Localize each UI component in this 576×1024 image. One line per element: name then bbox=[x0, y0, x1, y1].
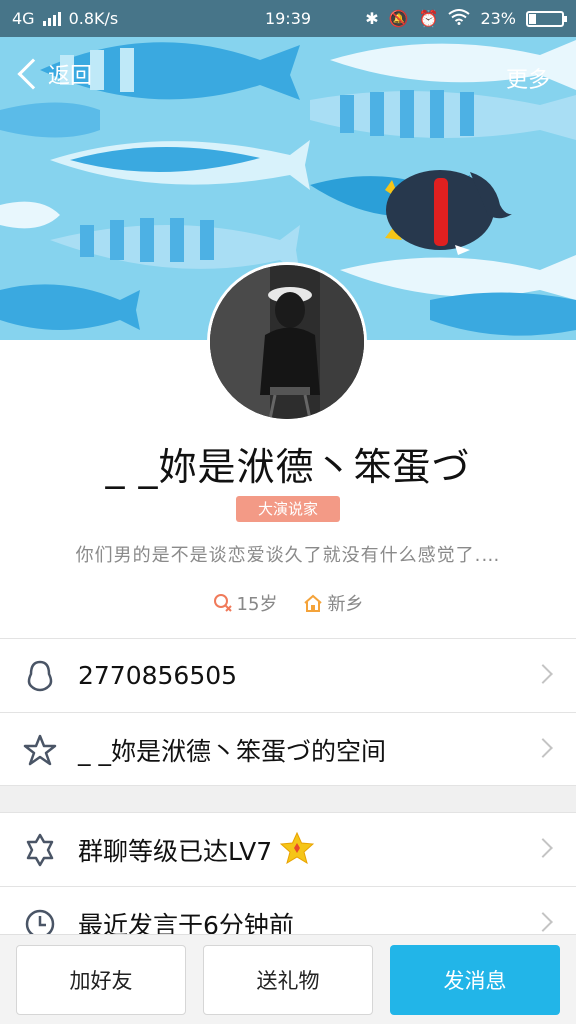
network-speed: 0.8K/s bbox=[68, 9, 119, 28]
chevron-right-icon bbox=[533, 838, 553, 858]
gold-star-icon bbox=[280, 831, 315, 868]
hometown-info: 新乡 bbox=[303, 590, 363, 616]
age-label: 15岁 bbox=[236, 594, 278, 615]
battery-percent: 23% bbox=[480, 9, 516, 28]
home-icon bbox=[304, 594, 323, 612]
action-bar: 加好友 送礼物 发消息 bbox=[0, 934, 576, 1024]
qq-number: 2770856505 bbox=[78, 661, 238, 690]
alarm-icon: ⏰ bbox=[418, 9, 439, 28]
group-level-row[interactable]: 群聊等级已达LV7 bbox=[0, 812, 576, 886]
avatar-photo bbox=[210, 265, 364, 419]
bluetooth-icon: ✱ bbox=[365, 9, 379, 28]
avatar[interactable] bbox=[207, 262, 367, 422]
send-message-button[interactable]: 发消息 bbox=[390, 945, 560, 1015]
penguin-icon bbox=[22, 658, 58, 694]
age-info: 15岁 bbox=[213, 590, 278, 616]
section-divider bbox=[0, 785, 576, 813]
group-level-label: 群聊等级已达LV7 bbox=[78, 836, 273, 866]
title-badge[interactable]: 大演说家 bbox=[236, 496, 340, 522]
qq-number-row[interactable]: 2770856505 bbox=[0, 638, 576, 712]
chevron-right-icon bbox=[533, 912, 553, 932]
chevron-left-icon bbox=[17, 58, 49, 90]
qzone-row[interactable]: _ _妳是洑德丶笨蛋づ的空间 bbox=[0, 712, 576, 786]
status-bar: 4G 0.8K/s 19:39 ✱ 🔕 ⏰ 23% bbox=[0, 0, 576, 37]
network-type: 4G bbox=[12, 9, 35, 28]
back-label: 返回 bbox=[48, 64, 93, 89]
qzone-label: _ _妳是洑德丶笨蛋づ的空间 bbox=[78, 736, 386, 766]
mute-icon: 🔕 bbox=[388, 9, 409, 28]
hexagram-icon bbox=[22, 832, 58, 868]
send-gift-button[interactable]: 送礼物 bbox=[203, 945, 373, 1015]
battery-icon bbox=[526, 10, 567, 27]
hometown-label: 新乡 bbox=[327, 594, 364, 615]
back-button[interactable]: 返回 bbox=[14, 58, 92, 90]
more-button[interactable]: 更多 bbox=[506, 62, 550, 94]
info-list: 2770856505 _ _妳是洑德丶笨蛋づ的空间 bbox=[0, 638, 576, 786]
personal-signature: 你们男的是不是谈恋爱谈久了就没有什么感觉了.… bbox=[75, 545, 501, 566]
star-outline-icon bbox=[22, 732, 58, 768]
profile-meta: 15岁 新乡 bbox=[0, 590, 576, 616]
wifi-icon bbox=[448, 8, 471, 29]
signal-icon bbox=[42, 11, 61, 26]
chevron-right-icon bbox=[533, 664, 553, 684]
add-friend-button[interactable]: 加好友 bbox=[16, 945, 186, 1015]
chevron-right-icon bbox=[533, 738, 553, 758]
gender-female-icon bbox=[213, 594, 232, 612]
nickname: _ _妳是洑德丶笨蛋づ bbox=[105, 445, 471, 489]
